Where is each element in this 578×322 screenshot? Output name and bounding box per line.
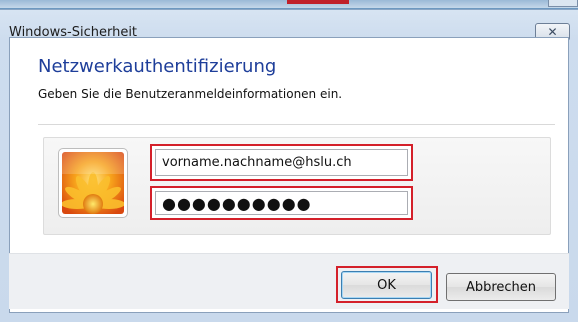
credential-tile <box>43 137 551 235</box>
dialog-instruction: Geben Sie die Benutzeranmeldeinformation… <box>38 87 343 101</box>
divider <box>38 124 555 125</box>
cancel-button[interactable]: Abbrechen <box>446 273 556 301</box>
flower-user-tile-icon <box>62 152 124 214</box>
user-avatar <box>58 148 128 218</box>
password-input[interactable] <box>155 191 408 215</box>
dialog-heading: Netzwerkauthentifizierung <box>38 56 277 77</box>
username-field-highlight <box>150 144 413 181</box>
background-window-close <box>548 0 578 7</box>
password-field-highlight <box>150 186 413 220</box>
username-input[interactable] <box>155 149 408 176</box>
ok-button[interactable]: OK <box>341 271 432 299</box>
background-window-highlight <box>287 0 349 4</box>
